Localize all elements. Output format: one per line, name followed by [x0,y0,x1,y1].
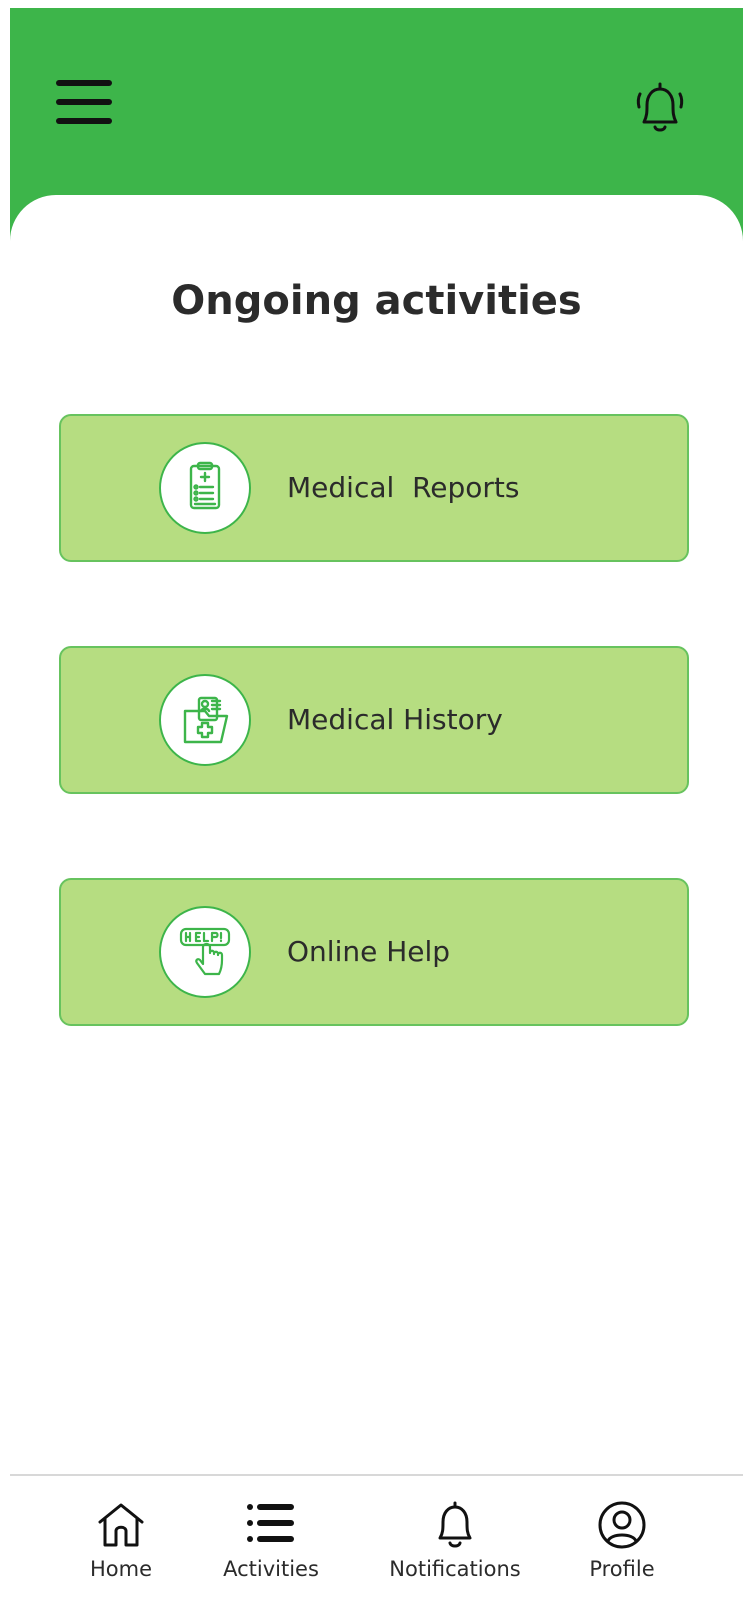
medical-reports-label: Medical Reports [287,471,520,504]
hamburger-menu-icon [56,80,112,124]
user-circle-icon [598,1501,646,1549]
medical-history-label: Medical History [287,703,503,736]
online-help-card[interactable]: Online Help [59,878,689,1026]
page-title: Ongoing activities [171,278,582,324]
notification-button[interactable] [628,76,692,140]
bell-icon [438,1501,472,1548]
clipboard-medical-report-icon [159,442,251,534]
menu-button[interactable] [54,78,118,134]
nav-item-activities[interactable]: Activities [191,1484,351,1604]
nav-item-profile[interactable]: Profile [542,1484,702,1604]
app-screen: Ongoing activities Medical Reports Medic… [10,8,743,1606]
nav-item-home[interactable]: Home [41,1484,201,1604]
nav-item-notifications[interactable]: Notifications [375,1484,535,1604]
bottom-navigation: Home Activities Notifications Profile [10,1476,743,1606]
medical-reports-card[interactable]: Medical Reports [59,414,689,562]
nav-label-notifications: Notifications [389,1557,521,1581]
nav-label-activities: Activities [223,1557,319,1581]
help-sign-hand-icon [159,906,251,998]
list-icon [247,1504,294,1542]
medical-history-card[interactable]: Medical History [59,646,689,794]
medical-folder-icon [159,674,251,766]
nav-label-profile: Profile [589,1557,655,1581]
home-icon [98,1503,144,1547]
ringing-bell-icon [636,82,684,132]
online-help-label: Online Help [287,935,451,968]
nav-label-home: Home [89,1557,152,1581]
